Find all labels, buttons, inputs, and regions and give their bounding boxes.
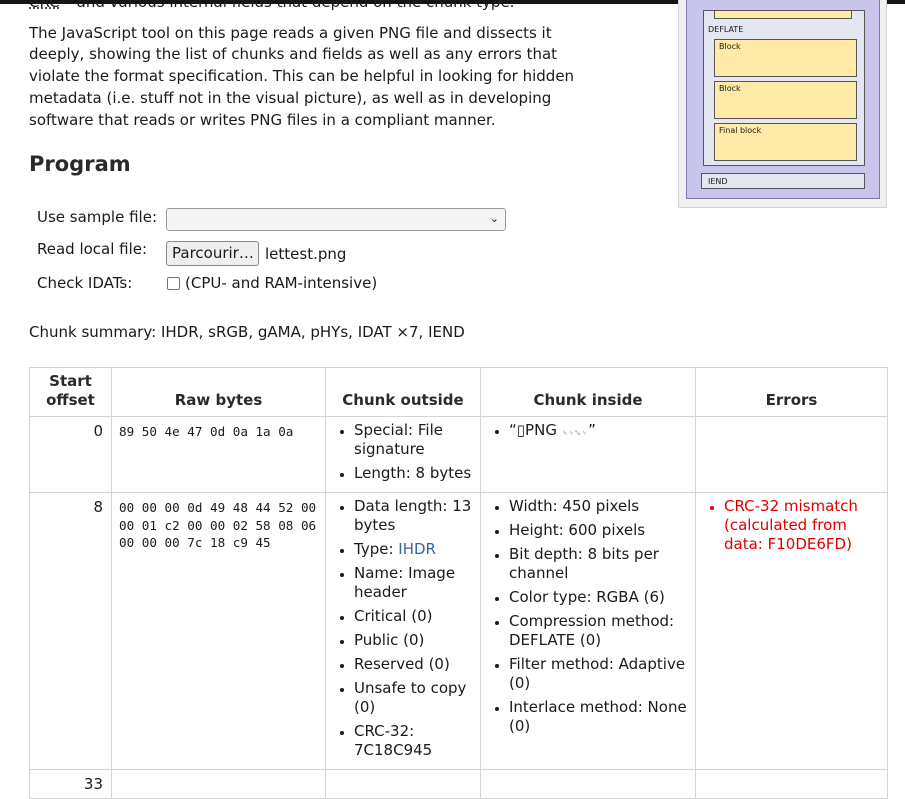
- list-item: Unsafe to copy (0): [354, 679, 476, 717]
- sig-quote-open: “: [509, 421, 517, 439]
- figure-block-1: Block: [714, 39, 857, 77]
- col-header-errors: Errors: [695, 367, 888, 417]
- sample-file-select[interactable]: ⌄: [166, 208, 506, 231]
- row-raw-bytes: [111, 769, 326, 799]
- row-chunk-outside: Special: File signature Length: 8 bytes: [325, 416, 481, 493]
- figure-block-2: Block: [714, 81, 857, 119]
- row-chunk-inside: “▯PNG ␍␊␚␊”: [480, 416, 696, 493]
- col-header-inside: Chunk inside: [480, 367, 696, 417]
- signature-value: “▯PNG ␍␊␚␊”: [509, 421, 691, 443]
- sig-control-glyphs: ␍␊␚␊: [561, 429, 589, 437]
- sig-png-text: PNG: [525, 421, 557, 439]
- program-heading: Program: [29, 152, 131, 176]
- crc-link[interactable]: CRC: [29, 0, 60, 11]
- table-row: 8 00 00 00 0d 49 48 44 52 00 00 01 c2 00…: [29, 492, 888, 770]
- row-offset: 0: [29, 416, 112, 493]
- list-item: Color type: RGBA (6): [509, 588, 691, 607]
- row-raw-bytes: 89 50 4e 47 0d 0a 1a 0a: [111, 416, 326, 493]
- png-structure-figure: DEFLATE Block Block Final block IEND: [678, 0, 887, 208]
- figure-block-label: Block: [719, 42, 741, 51]
- col-header-raw: Raw bytes: [111, 367, 326, 417]
- intro-line-rest: – and various internal fields that depen…: [59, 0, 515, 11]
- chevron-down-icon: ⌄: [489, 212, 499, 225]
- list-item: Filter method: Adaptive (0): [509, 655, 691, 693]
- list-item: Name: Image header: [354, 564, 476, 602]
- row-chunk-inside: [480, 769, 696, 799]
- table-row: 33: [29, 769, 888, 799]
- list-item: Special: File signature: [354, 421, 476, 459]
- list-item: Length: 8 bytes: [354, 464, 476, 483]
- intro-text: CRC – and various internal fields that d…: [29, 0, 599, 140]
- figure-block-label: Final block: [719, 126, 762, 135]
- figure-deflate-label: DEFLATE: [708, 25, 744, 34]
- list-item: Compression method: DEFLATE (0): [509, 612, 691, 650]
- chunk-summary: Chunk summary: IHDR, sRGB, gAMA, pHYs, I…: [29, 323, 465, 341]
- list-item: Interlace method: None (0): [509, 698, 691, 736]
- figure-iend-label: IEND: [708, 177, 728, 186]
- list-item: Data length: 13 bytes: [354, 497, 476, 535]
- error-item: CRC-32 mismatch (calculated from data: F…: [724, 497, 883, 554]
- intro-paragraph: The JavaScript tool on this page reads a…: [29, 23, 575, 129]
- sample-file-label: Use sample file:: [37, 208, 157, 226]
- figure-block-label: Block: [719, 84, 741, 93]
- list-item: CRC-32: 7C18C945: [354, 722, 476, 760]
- ihdr-link[interactable]: IHDR: [398, 540, 436, 558]
- col-header-outside: Chunk outside: [325, 367, 481, 417]
- list-item: Public (0): [354, 631, 476, 650]
- intro-line: CRC – and various internal fields that d…: [29, 0, 599, 14]
- list-item: Reserved (0): [354, 655, 476, 674]
- row-raw-bytes: 00 00 00 0d 49 48 44 52 00 00 01 c2 00 0…: [111, 492, 326, 770]
- list-item: Critical (0): [354, 607, 476, 626]
- row-chunk-inside: Width: 450 pixels Height: 600 pixels Bit…: [480, 492, 696, 770]
- row-errors: CRC-32 mismatch (calculated from data: F…: [695, 492, 888, 770]
- list-item: Width: 450 pixels: [509, 497, 691, 516]
- check-idats-label: Check IDATs:: [37, 274, 133, 292]
- figure-final-block: Final block: [714, 123, 857, 161]
- table-header-row: Start offset Raw bytes Chunk outside Chu…: [29, 367, 888, 417]
- sig-quote-close: ”: [588, 421, 596, 439]
- col-header-offset: Start offset: [29, 367, 112, 417]
- figure-deflate-box: DEFLATE Block Block Final block: [703, 10, 865, 166]
- chunk-table: Start offset Raw bytes Chunk outside Chu…: [29, 367, 888, 799]
- row-chunk-outside: Data length: 13 bytes Type: IHDR Name: I…: [325, 492, 481, 770]
- local-file-label: Read local file:: [37, 240, 148, 258]
- figure-png-file-box: DEFLATE Block Block Final block IEND: [686, 0, 880, 199]
- row-errors: [695, 416, 888, 493]
- sig-high-byte-glyph: ▯: [516, 421, 526, 439]
- figure-iend-box: IEND: [701, 173, 865, 189]
- row-errors: [695, 769, 888, 799]
- check-idats-checkbox[interactable]: [167, 277, 180, 290]
- row-offset: 8: [29, 492, 112, 770]
- figure-top-block: [714, 11, 852, 19]
- list-item: Type: IHDR: [354, 540, 476, 559]
- table-row: 0 89 50 4e 47 0d 0a 1a 0a Special: File …: [29, 416, 888, 493]
- row-offset: 33: [29, 769, 112, 799]
- type-prefix: Type:: [354, 540, 399, 558]
- list-item: Height: 600 pixels: [509, 521, 691, 540]
- check-idats-hint: (CPU- and RAM-intensive): [185, 274, 378, 292]
- browse-button[interactable]: Parcourir…: [166, 241, 259, 266]
- row-chunk-outside: [325, 769, 481, 799]
- list-item: Bit depth: 8 bits per channel: [509, 545, 691, 583]
- selected-file-name: lettest.png: [265, 245, 347, 263]
